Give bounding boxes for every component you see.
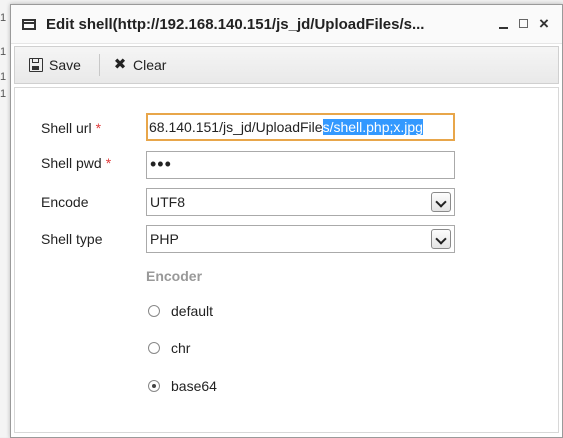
clear-icon: ✖ [113, 56, 127, 73]
shell-pwd-label: Shell pwd * [41, 155, 111, 171]
minimize-button[interactable] [496, 15, 512, 33]
minimize-icon [499, 27, 508, 29]
radio-button-checked[interactable] [148, 380, 160, 392]
shell-url-label-text: Shell url [41, 120, 92, 136]
save-icon [29, 58, 43, 72]
close-button[interactable]: × [536, 15, 552, 33]
background-text: 1 [0, 46, 7, 58]
window-icon [22, 19, 36, 30]
maximize-icon [519, 19, 528, 28]
toolbar-divider [99, 54, 100, 76]
save-button-label: Save [49, 57, 81, 73]
shell-url-value-prefix: 68.140.151/js_jd/UploadFile [149, 119, 323, 135]
encoder-option-base64[interactable]: base64 [148, 376, 217, 396]
shell-pwd-input[interactable]: ••• [146, 151, 455, 179]
radio-label: chr [171, 340, 191, 356]
clear-button[interactable]: ✖ Clear [113, 47, 167, 83]
shell-type-selected-value: PHP [150, 231, 179, 247]
encoder-option-default[interactable]: default [148, 301, 213, 321]
chevron-down-icon[interactable] [431, 229, 451, 249]
shell-url-selected-text: s/shell.php;x.jpg [322, 119, 423, 135]
shell-pwd-label-text: Shell pwd [41, 155, 102, 171]
encode-label: Encode [41, 194, 89, 210]
radio-button[interactable] [148, 342, 160, 354]
radio-label: base64 [171, 378, 217, 394]
required-mark: * [105, 155, 112, 171]
dialog-toolbar: Save ✖ Clear [14, 46, 559, 84]
maximize-button[interactable] [516, 15, 532, 33]
encoder-section-title: Encoder [146, 268, 203, 284]
shell-type-label: Shell type [41, 231, 103, 247]
shell-url-value: 68.140.151/js_jd/UploadFiles/shell.php;x… [149, 115, 423, 139]
shell-url-label: Shell url * [41, 120, 101, 136]
clear-button-label: Clear [133, 57, 167, 73]
background-text: 1 [0, 12, 7, 24]
close-icon: × [539, 14, 549, 33]
dialog-title: Edit shell(http://192.168.140.151/js_jd/… [46, 16, 425, 33]
shell-pwd-value: ••• [150, 154, 172, 174]
background-window-edge: 1 1 1 1 [0, 0, 10, 437]
encode-select[interactable]: UTF8 [146, 188, 455, 216]
encoder-option-chr[interactable]: chr [148, 338, 190, 358]
background-text: 1 [0, 71, 7, 83]
shell-type-select[interactable]: PHP [146, 225, 455, 253]
radio-button[interactable] [148, 305, 160, 317]
edit-shell-dialog: Edit shell(http://192.168.140.151/js_jd/… [10, 4, 563, 438]
shell-url-input[interactable]: 68.140.151/js_jd/UploadFiles/shell.php;x… [146, 113, 455, 141]
save-button[interactable]: Save [29, 47, 81, 83]
background-text: 1 [0, 88, 7, 100]
encode-selected-value: UTF8 [150, 194, 185, 210]
dialog-titlebar[interactable]: Edit shell(http://192.168.140.151/js_jd/… [11, 5, 562, 44]
shell-form: Shell url * 68.140.151/js_jd/UploadFiles/… [14, 87, 559, 433]
required-mark: * [95, 120, 102, 136]
chevron-down-icon[interactable] [431, 192, 451, 212]
radio-label: default [171, 303, 214, 319]
